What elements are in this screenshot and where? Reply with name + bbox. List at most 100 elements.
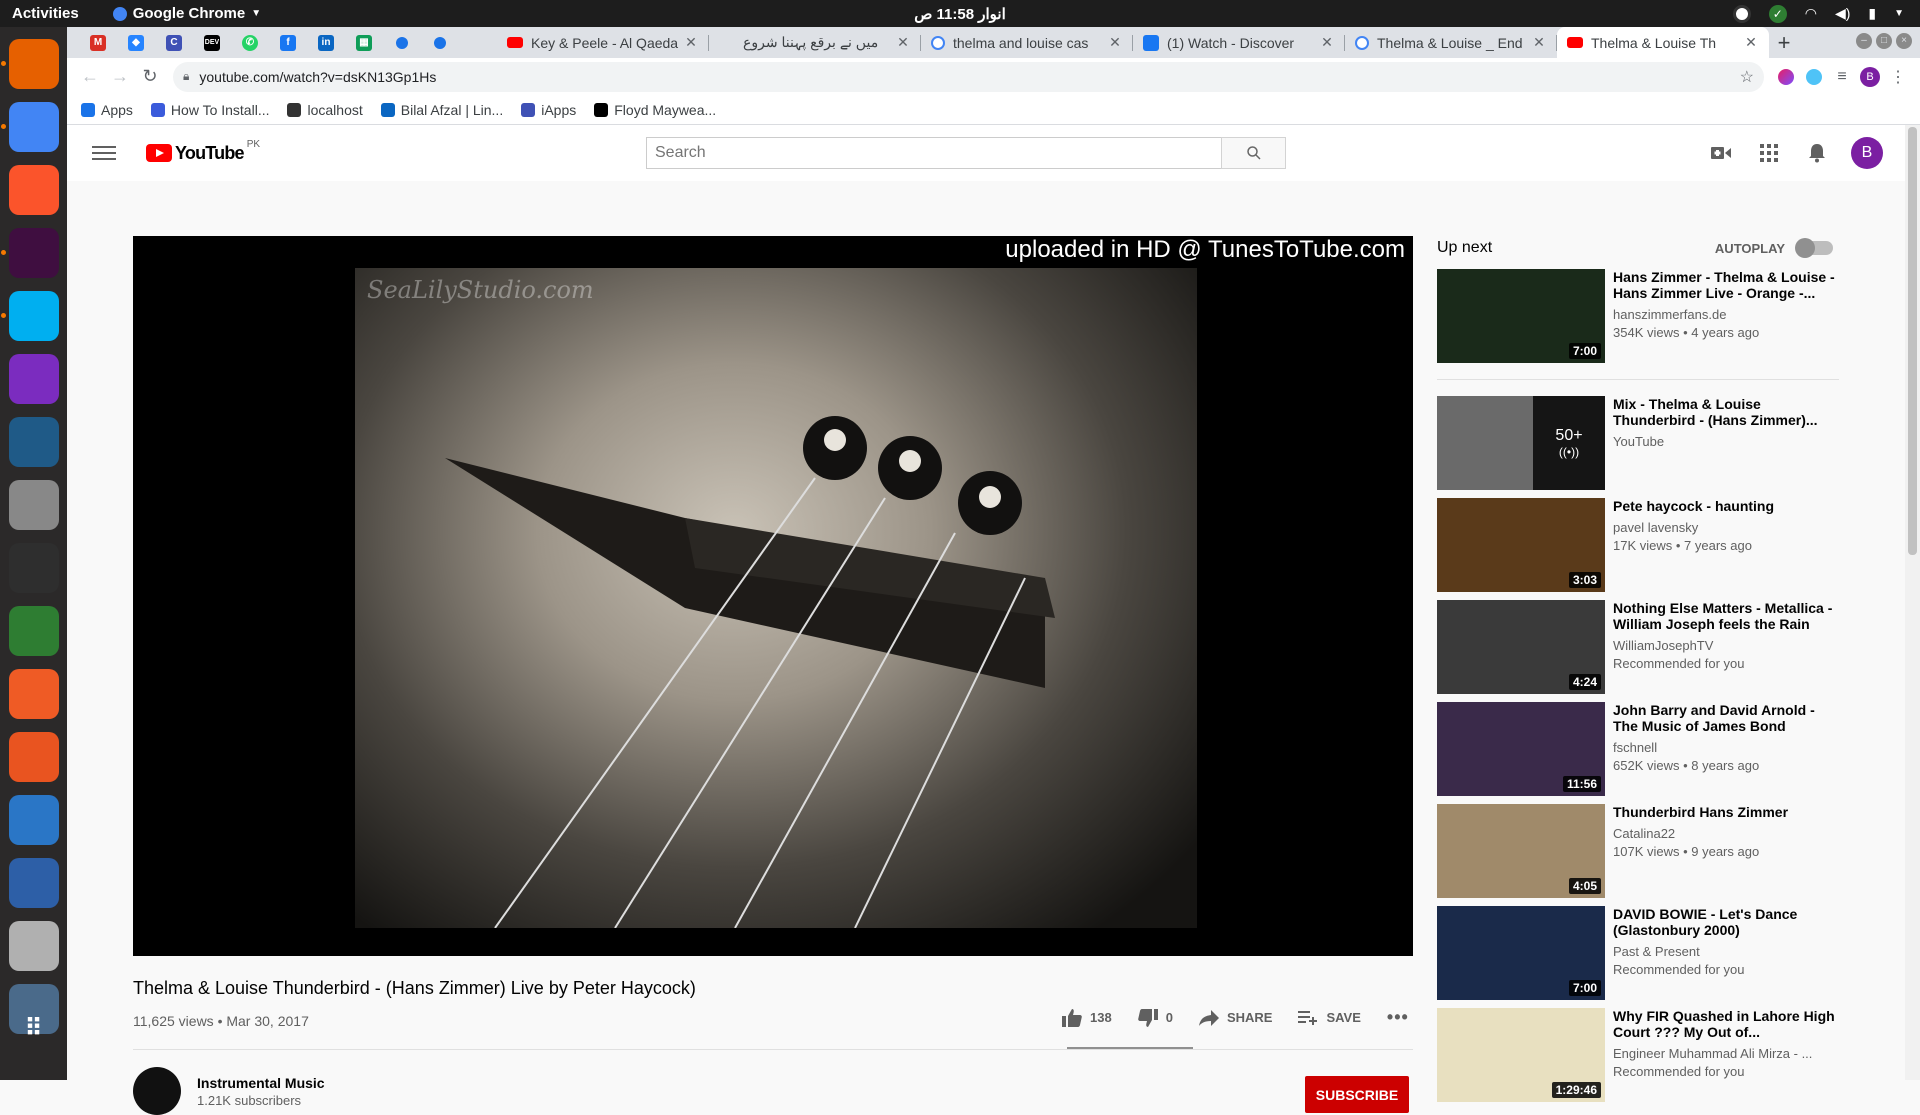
check-icon[interactable]: ✓ [1768, 4, 1787, 23]
bookmark-item[interactable]: Apps [81, 102, 133, 118]
dislike-button[interactable]: 0 [1137, 1008, 1173, 1027]
pinned-tab-facebook[interactable]: f [269, 27, 307, 58]
video-thumbnail[interactable]: 4:05 [1437, 804, 1605, 898]
video-thumbnail[interactable]: 1:29:46 [1437, 1008, 1605, 1102]
video-thumbnail[interactable]: 11:56 [1437, 702, 1605, 796]
activities-button[interactable]: Activities [12, 5, 79, 22]
dock-brave-icon[interactable] [8, 165, 59, 215]
reload-button[interactable]: ↻ [135, 62, 165, 92]
extension-icon-search[interactable] [1800, 63, 1828, 91]
recommended-video[interactable]: 11:56 John Barry and David Arnold - The M… [1437, 702, 1839, 796]
channel-avatar[interactable] [133, 1067, 181, 1115]
recommended-video[interactable]: 1:29:46 Why FIR Quashed in Lahore High Co… [1437, 1008, 1839, 1102]
pinned-tab-whatsapp[interactable]: ✆ [231, 27, 269, 58]
bookmark-item[interactable]: Bilal Afzal | Lin... [380, 102, 503, 118]
dock-software-center-icon[interactable] [8, 732, 59, 782]
chrome-menu-icon[interactable]: ⋮ [1884, 63, 1912, 91]
dock-phpstorm-icon[interactable] [8, 354, 59, 404]
obs-icon[interactable] [1732, 4, 1751, 23]
more-actions-button[interactable]: ••• [1387, 1007, 1409, 1028]
tab-close-icon[interactable]: ✕ [1531, 34, 1547, 51]
subscribe-button[interactable]: SUBSCRIBE [1305, 1076, 1409, 1113]
scrollbar-thumb[interactable] [1908, 127, 1917, 555]
extension-icon-moon[interactable] [1772, 63, 1800, 91]
wifi-icon[interactable]: ◠ [1805, 5, 1817, 22]
video-thumbnail[interactable]: 3:03 [1437, 498, 1605, 592]
like-button[interactable]: 138 [1062, 1008, 1112, 1027]
video-thumbnail[interactable]: 4:24 [1437, 600, 1605, 694]
search-input[interactable] [646, 137, 1221, 169]
bookmark-star-icon[interactable]: ☆ [1740, 67, 1754, 87]
dock-mysql-workbench-icon[interactable] [8, 417, 59, 467]
forward-button[interactable]: → [105, 62, 135, 92]
dock-thunderbird-icon[interactable] [8, 858, 59, 908]
clock[interactable]: انوار 11:58 ص [914, 5, 1006, 23]
save-button[interactable]: SAVE [1298, 1010, 1361, 1025]
account-avatar[interactable]: B [1851, 137, 1883, 169]
show-applications-icon[interactable]: ⠿ [9, 1003, 59, 1053]
dock-firefox-icon[interactable] [0, 39, 59, 89]
autoplay-toggle[interactable] [1795, 238, 1833, 258]
browser-tab[interactable]: Thelma & Louise Th ✕ [1557, 27, 1769, 58]
tab-close-icon[interactable]: ✕ [895, 34, 911, 51]
notifications-bell-icon[interactable] [1793, 137, 1841, 169]
dock-file-manager-icon[interactable] [8, 480, 59, 530]
browser-tab[interactable]: Thelma & Louise _ End ✕ [1345, 27, 1557, 58]
dock-postman-icon[interactable] [8, 669, 59, 719]
pinned-tab-globe-1[interactable] [383, 27, 421, 58]
video-thumbnail[interactable]: 7:00 [1437, 906, 1605, 1000]
lock-icon[interactable]: 🔒︎ [183, 69, 189, 84]
back-button[interactable]: ← [75, 62, 105, 92]
minimize-icon[interactable]: – [1856, 33, 1872, 49]
apps-grid-icon[interactable] [1745, 137, 1793, 169]
pinned-tab-jira[interactable]: ◆ [117, 27, 155, 58]
battery-icon[interactable]: ▮ [1868, 5, 1876, 22]
bookmark-item[interactable]: localhost [287, 102, 363, 118]
tab-close-icon[interactable]: ✕ [1743, 34, 1759, 51]
pinned-tab-sheets[interactable]: ▦ [345, 27, 383, 58]
recommended-video[interactable]: 50+ ((•)) Mix - Thelma & Louise Thunderbir… [1437, 396, 1839, 490]
close-icon[interactable]: × [1896, 33, 1912, 49]
new-tab-button[interactable]: + [1769, 27, 1799, 58]
share-button[interactable]: SHARE [1198, 1009, 1272, 1026]
chevron-down-icon[interactable]: ▼ [1894, 8, 1904, 19]
maximize-icon[interactable]: □ [1876, 33, 1892, 49]
dock-terminal-icon[interactable] [8, 543, 59, 593]
pinned-tab-gmail[interactable]: M [79, 27, 117, 58]
browser-tab[interactable]: میں نے برقع پہننا شروع ✕ [709, 27, 921, 58]
channel-name[interactable]: Instrumental Music [197, 1075, 325, 1091]
recommended-video[interactable]: 4:05 Thunderbird Hans Zimmer Catalina22 107… [1437, 804, 1839, 898]
recommended-video[interactable]: 3:03 Pete haycock - haunting pavel lavensk… [1437, 498, 1839, 592]
dock-robo3t-icon[interactable] [8, 606, 59, 656]
tab-close-icon[interactable]: ✕ [683, 34, 699, 51]
menu-icon[interactable] [92, 146, 116, 160]
video-thumbnail[interactable]: 50+ ((•)) [1437, 396, 1605, 490]
tab-close-icon[interactable]: ✕ [1107, 34, 1123, 51]
profile-avatar[interactable]: B [1856, 63, 1884, 91]
video-thumbnail[interactable]: 7:00 [1437, 269, 1605, 363]
dock-rhythmbox-icon[interactable] [8, 921, 59, 971]
recommended-video[interactable]: 4:24 Nothing Else Matters - Metallica - W… [1437, 600, 1839, 694]
pinned-tab-linkedin[interactable]: in [307, 27, 345, 58]
media-control-icon[interactable]: ≡ [1828, 63, 1856, 91]
dock-slack-icon[interactable] [0, 228, 59, 278]
dock-chrome-icon[interactable] [0, 102, 59, 152]
address-bar[interactable]: 🔒︎ youtube.com/watch?v=dsKN13Gp1Hs ☆ [173, 61, 1764, 92]
browser-tab[interactable]: Key & Peele - Al Qaeda ✕ [497, 27, 709, 58]
browser-tab[interactable]: (1) Watch - Discover ✕ [1133, 27, 1345, 58]
browser-tab[interactable]: thelma and louise cas ✕ [921, 27, 1133, 58]
dock-help-icon[interactable] [8, 795, 59, 845]
video-player[interactable]: SeaLilyStudio.com uploaded in HD @ Tunes… [133, 236, 1413, 956]
recommended-video[interactable]: 7:00 Hans Zimmer - Thelma & Louise - Hans… [1437, 269, 1839, 380]
pinned-tab-blank[interactable] [459, 27, 497, 58]
volume-icon[interactable]: ◀) [1835, 5, 1850, 22]
pinned-tab-app[interactable]: C [155, 27, 193, 58]
dock-skype-icon[interactable] [0, 291, 59, 341]
search-button[interactable] [1221, 137, 1286, 169]
pinned-tab-globe-2[interactable] [421, 27, 459, 58]
youtube-logo[interactable]: YouTube PK [146, 139, 260, 164]
bookmark-item[interactable]: Floyd Maywea... [594, 102, 716, 118]
page-scrollbar[interactable] [1905, 125, 1920, 1080]
app-menu[interactable]: Google Chrome ▼ [112, 5, 261, 22]
bookmark-item[interactable]: iApps [521, 102, 576, 118]
